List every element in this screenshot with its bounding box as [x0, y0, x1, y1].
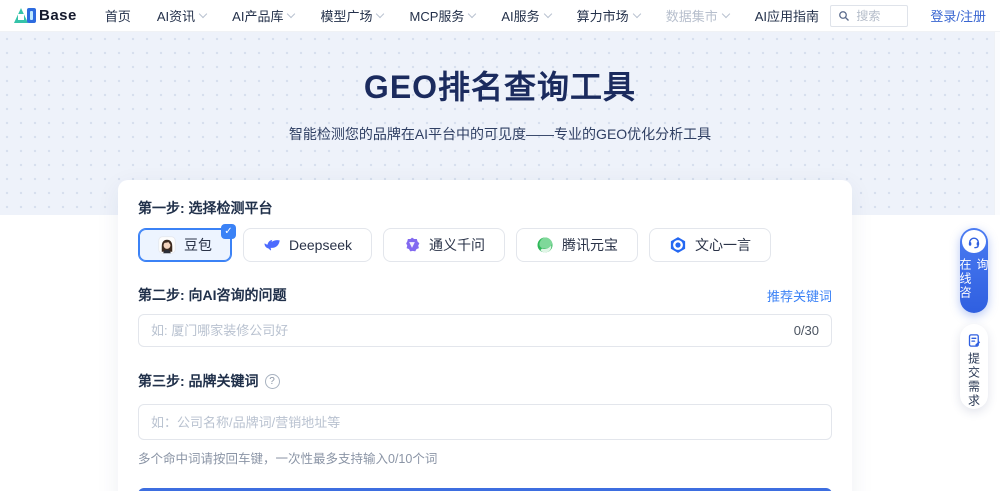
online-consult-button[interactable]: 在线咨询 [958, 228, 989, 313]
deepseek-whale-icon [263, 236, 281, 254]
brand-keywords-field [138, 404, 832, 440]
document-edit-icon [967, 333, 982, 348]
nav-item-ai-app-guide[interactable]: AI应用指南 [755, 6, 819, 25]
brand-keywords-input[interactable] [151, 414, 819, 430]
chevron-down-icon [376, 9, 385, 19]
platform-label: 豆包 [184, 237, 212, 253]
submit-requirement-label: 提交需求 [966, 352, 981, 408]
chevron-down-icon [632, 9, 641, 19]
wenxin-yiyan-icon [669, 236, 687, 254]
chevron-down-icon [543, 9, 552, 19]
chevron-down-icon [287, 9, 296, 19]
recommend-keywords-link[interactable]: 推荐关键词 [767, 286, 832, 305]
nav-item-model-plaza[interactable]: 模型广场 [320, 6, 385, 25]
headset-icon [962, 230, 986, 254]
platform-label: 文心一言 [695, 237, 752, 253]
question-field: 0/30 [138, 314, 832, 347]
chevron-down-icon [198, 9, 208, 19]
question-input[interactable] [151, 323, 784, 338]
platform-deepseek-button[interactable]: Deepseek [243, 228, 373, 262]
platform-label: Deepseek [289, 237, 353, 253]
platform-label: 通义千问 [429, 237, 486, 253]
doubao-avatar-icon [158, 236, 176, 254]
site-logo[interactable]: Base [14, 7, 77, 24]
ai-logo-icon [14, 7, 36, 24]
platform-label: 腾讯元宝 [562, 237, 619, 253]
platform-yuanbao-button[interactable]: 腾讯元宝 [516, 228, 639, 262]
nav-item-data-market[interactable]: 数据集市 [666, 6, 730, 25]
platform-wenxin-button[interactable]: 文心一言 [649, 228, 772, 262]
chevron-down-icon [468, 9, 477, 19]
chevron-down-icon [721, 9, 730, 19]
nav-item-ai-service[interactable]: AI服务 [501, 6, 552, 25]
platform-tongyi-button[interactable]: 通义千问 [383, 228, 506, 262]
step3-label: 第三步: 品牌关键词 [138, 373, 259, 389]
tencent-yuanbao-icon [536, 236, 554, 254]
nav-item-ai-news[interactable]: AI资讯 [157, 6, 208, 25]
search-icon [839, 10, 850, 21]
step1-label: 第一步: 选择检测平台 [138, 200, 273, 216]
search-input[interactable] [856, 8, 901, 23]
platform-selector: 豆包 ✓ Deepseek 通义千问 腾讯元宝 文心一言 [138, 224, 832, 262]
check-icon: ✓ [221, 224, 236, 239]
search-box[interactable] [830, 4, 909, 27]
submit-requirement-button[interactable]: 提交需求 [960, 324, 988, 409]
scrollbar-track[interactable] [994, 32, 1000, 215]
nav-item-computing-market[interactable]: 算力市场 [577, 6, 641, 25]
main-nav: 首页 AI资讯 AI产品库 模型广场 MCP服务 AI服务 算力市场 数据集市 … [105, 6, 819, 25]
question-counter: 0/30 [793, 323, 819, 338]
geo-tool-card: 第一步: 选择检测平台 豆包 ✓ Deepseek 通义千问 腾讯元宝 文心一言… [118, 180, 852, 491]
tongyi-qianwen-icon [403, 236, 421, 254]
nav-item-home[interactable]: 首页 [105, 6, 131, 25]
nav-item-ai-products[interactable]: AI产品库 [232, 6, 296, 25]
page: Base 首页 AI资讯 AI产品库 模型广场 MCP服务 AI服务 算力市场 … [0, 0, 1000, 491]
logo-text: Base [39, 7, 77, 24]
help-icon[interactable]: ? [264, 373, 280, 389]
brand-keywords-hint: 多个命中词请按回车键，一次性最多支持输入0/10个词 [138, 452, 438, 466]
step2-label: 第二步: 向AI咨询的问题 [138, 287, 287, 303]
top-navbar: Base 首页 AI资讯 AI产品库 模型广场 MCP服务 AI服务 算力市场 … [0, 0, 1000, 32]
nav-item-mcp-service[interactable]: MCP服务 [409, 6, 477, 25]
platform-doubao-button[interactable]: 豆包 ✓ [138, 224, 236, 262]
page-title: GEO排名查询工具 [363, 69, 637, 105]
login-register-link[interactable]: 登录/注册 [930, 6, 986, 25]
page-subtitle: 智能检测您的品牌在AI平台中的可见度——专业的GEO优化分析工具 [288, 126, 712, 142]
online-consult-label: 在线咨询 [958, 258, 989, 301]
